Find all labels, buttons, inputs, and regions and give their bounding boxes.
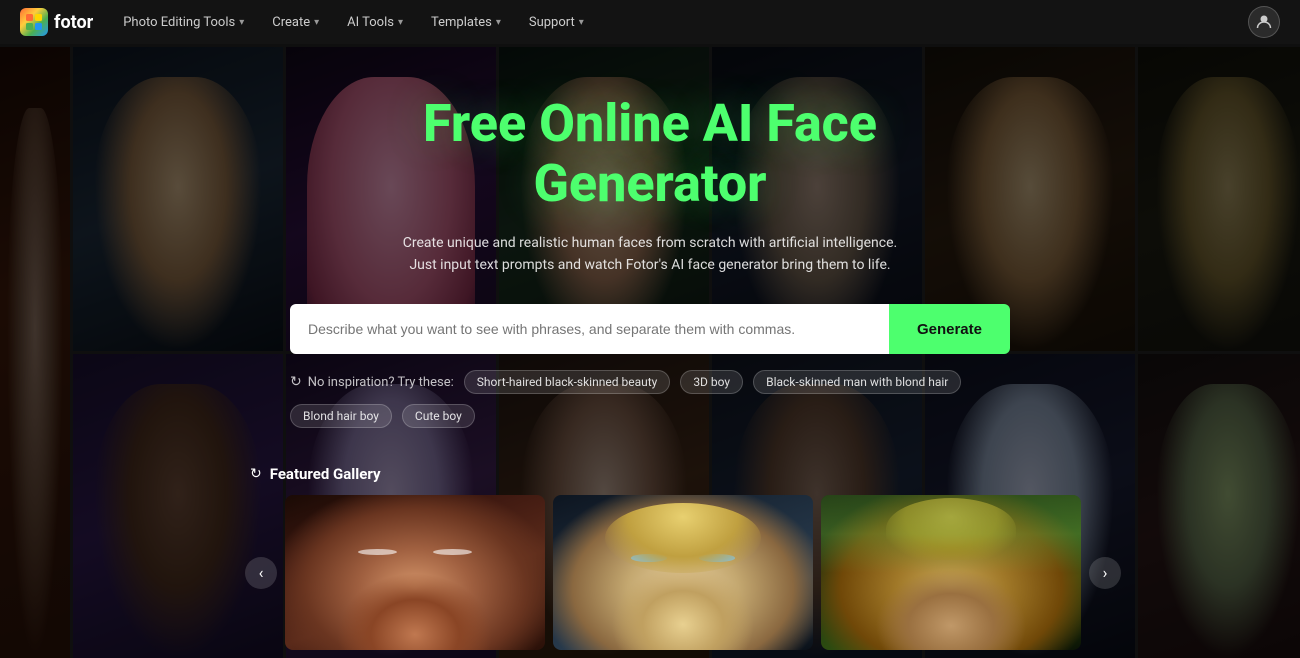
- gallery-inner: ↻ Featured Gallery ‹: [0, 453, 1300, 658]
- search-container: Generate: [290, 304, 1010, 354]
- nav-ai-tools[interactable]: AI Tools ▾: [337, 9, 413, 36]
- hero-title: Free Online AI Face Generator: [340, 94, 960, 214]
- gallery-card-1: [285, 495, 545, 650]
- tag-5[interactable]: Cute boy: [402, 404, 475, 428]
- gallery-wrapper: ↻ Featured Gallery ‹: [0, 453, 1300, 658]
- tag-3[interactable]: Black-skinned man with blond hair: [753, 370, 961, 394]
- gallery-card-2: [553, 495, 813, 650]
- inspiration-label: ↻ No inspiration? Try these:: [290, 374, 454, 390]
- nav-templates-chevron: ▾: [496, 17, 501, 28]
- navbar: fotor Photo Editing Tools ▾ Create ▾ AI …: [0, 0, 1300, 44]
- nav-templates-label: Templates: [431, 15, 492, 30]
- carousel-arrow-right[interactable]: ›: [1089, 557, 1121, 589]
- carousel-arrow-left[interactable]: ‹: [245, 557, 277, 589]
- logo[interactable]: fotor: [20, 8, 93, 36]
- nav-create-label: Create: [272, 15, 310, 30]
- nav-create[interactable]: Create ▾: [262, 9, 329, 36]
- tag-1[interactable]: Short-haired black-skinned beauty: [464, 370, 671, 394]
- logo-icon: [20, 8, 48, 36]
- gallery-header: ↻ Featured Gallery: [5, 453, 1300, 495]
- nav-ai-tools-label: AI Tools: [347, 15, 394, 30]
- inspiration-row: ↻ No inspiration? Try these: Short-haire…: [290, 370, 1010, 428]
- hero-subtitle: Create unique and realistic human faces …: [400, 232, 900, 277]
- tag-4[interactable]: Blond hair boy: [290, 404, 392, 428]
- logo-text: fotor: [54, 12, 93, 33]
- gallery-refresh-icon: ↻: [250, 466, 262, 482]
- generate-button[interactable]: Generate: [889, 304, 1010, 354]
- gallery-card-3: [821, 495, 1081, 650]
- nav-photo-editing-chevron: ▾: [239, 17, 244, 28]
- nav-support-label: Support: [529, 15, 575, 30]
- nav-templates[interactable]: Templates ▾: [421, 9, 511, 36]
- user-avatar-button[interactable]: [1248, 6, 1280, 38]
- nav-ai-tools-chevron: ▾: [398, 17, 403, 28]
- nav-support[interactable]: Support ▾: [519, 9, 594, 36]
- gallery-title: Featured Gallery: [270, 465, 381, 483]
- nav-create-chevron: ▾: [314, 17, 319, 28]
- tag-2[interactable]: 3D boy: [680, 370, 743, 394]
- nav-photo-editing[interactable]: Photo Editing Tools ▾: [113, 9, 254, 36]
- refresh-icon[interactable]: ↻: [290, 374, 302, 390]
- nav-support-chevron: ▾: [579, 17, 584, 28]
- nav-photo-editing-label: Photo Editing Tools: [123, 15, 235, 30]
- prompt-input[interactable]: [290, 304, 889, 354]
